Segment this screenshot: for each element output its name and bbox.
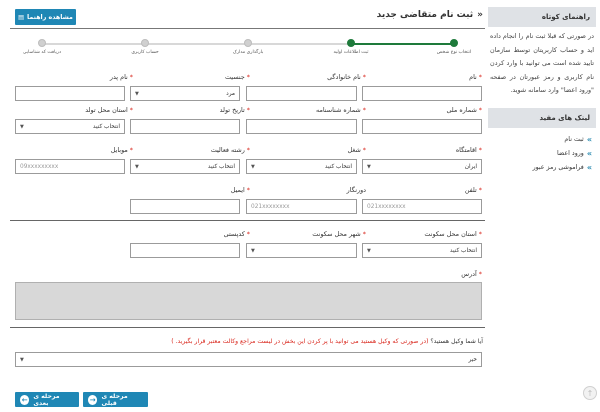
step-label: انتخاب نوع شخص [436,50,472,55]
step-dot [450,39,458,47]
step-dot [38,39,46,47]
first-name-label: *نام [469,73,482,81]
postal-code-input[interactable] [130,243,240,258]
guide-title: راهنمای کوتاه [488,7,596,27]
mobile-input[interactable]: 09xxxxxxxxx [15,159,125,174]
caret-down-icon: ▼ [20,356,24,363]
caret-down-icon: ▼ [251,247,255,254]
caret-down-icon: ▼ [135,90,139,97]
address-label: *آدرس [461,270,482,278]
fax-label: دورنگار [346,186,366,194]
section-divider [10,327,485,328]
activity-select[interactable]: انتخاب کنید ▼ [130,159,240,174]
phone-input[interactable]: 021xxxxxxxx [362,199,482,214]
step-dot [347,39,355,47]
guide-text: در صورتی که قبلا ثبت نام را انجام داده ا… [490,32,594,95]
father-name-label: *نام پدر [109,73,133,81]
step-2: ثبت اطلاعات اولیه [316,39,386,55]
job-label: *شغل [347,146,366,154]
caret-down-icon: ▼ [367,163,371,170]
link-login[interactable]: » ورود اعضا [488,147,592,161]
birth-province-select[interactable]: انتخاب کنید ▼ [15,119,125,134]
step-5: دریافت کد شناسایی [7,39,77,55]
postal-code-label: *کدپستی [223,230,250,238]
id-number-label: *شماره شناسنامه [316,106,366,114]
caret-down-icon: ▼ [251,163,255,170]
lawyer-question: آیا شما وکیل هستید؟ (در صورتی که وکیل هس… [171,338,483,345]
step-label: بارگذاری مدارک [232,50,264,55]
link-register[interactable]: » ثبت نام [488,133,592,147]
res-province-label: *استان محل سکونت [424,230,482,238]
nationality-select[interactable]: ایران ▼ [362,159,482,174]
prev-step-button[interactable]: → مرحله ی قبلی [83,392,148,407]
gender-label: *جنسیت [225,73,250,81]
national-code-input[interactable] [362,119,482,134]
national-code-label: *شماره ملی [446,106,482,114]
link-forgot-password[interactable]: » فراموشی رمز عبور [488,161,592,175]
email-input[interactable] [130,199,240,214]
last-name-label: *نام خانوادگی [327,73,366,81]
step-dot [244,39,252,47]
gender-select[interactable]: مرد ▼ [130,86,240,101]
step-3: بارگذاری مدارک [213,39,283,55]
birth-date-label: *تاریخ تولد [219,106,250,114]
chevron-icon: » [586,134,592,144]
birth-date-input[interactable] [130,119,240,134]
job-select[interactable]: انتخاب کنید ▼ [246,159,357,174]
activity-label: *رشته فعالیت [210,146,250,154]
links-title: لینک های مفید [488,107,596,128]
caret-down-icon: ▼ [367,247,371,254]
res-city-label: *شهر محل سکونت [312,230,366,238]
res-province-select[interactable]: انتخاب کنید ▼ [362,243,482,258]
caret-down-icon: ▼ [135,163,139,170]
id-number-input[interactable] [246,119,357,134]
scroll-to-top-icon[interactable]: ↑ [583,386,597,400]
father-name-input[interactable] [15,86,125,101]
res-city-select[interactable]: ▼ [246,243,357,258]
nationality-label: *اقامتگاه [455,146,482,154]
view-guide-button[interactable]: ▤ مشاهده راهنما [15,9,76,25]
page-title: « ثبت نام متقاضی جدید [377,10,483,20]
step-dot [141,39,149,47]
link-label: فراموشی رمز عبور [532,163,584,171]
step-4: حساب کاربری [110,39,180,55]
section-divider [10,220,485,221]
last-name-input[interactable] [246,86,357,101]
double-chevron-icon: « [477,10,483,20]
title-divider [10,28,485,29]
chevron-icon: » [586,148,592,158]
step-label: دریافت کد شناسایی [22,50,62,55]
view-guide-label: مشاهده راهنما [27,13,73,21]
page-title-text: ثبت نام متقاضی جدید [376,10,474,20]
address-textarea[interactable] [15,282,482,320]
next-step-button[interactable]: ← مرحله ی بعدی [15,392,79,407]
lawyer-note: (در صورتی که وکیل هستید می توانید با پر … [171,338,429,345]
caret-down-icon: ▼ [20,123,24,130]
useful-links: » ثبت نام » ورود اعضا » فراموشی رمز عبور [488,128,596,175]
step-1: انتخاب نوع شخص [419,39,489,55]
first-name-input[interactable] [362,86,482,101]
mobile-label: *موبایل [110,146,133,154]
next-step-label: مرحله ی بعدی [33,392,60,407]
arrow-right-icon: → [88,394,98,405]
sidebar: راهنمای کوتاه در صورتی که قبلا ثبت نام ر… [488,7,596,175]
arrow-left-icon: ← [20,394,30,405]
step-label: حساب کاربری [131,50,159,55]
lawyer-select[interactable]: خیر ▼ [15,352,482,367]
step-label: ثبت اطلاعات اولیه [333,50,369,55]
fax-input[interactable]: 021xxxxxxxx [246,199,357,214]
link-label: ثبت نام [564,135,584,143]
progress-stepper: انتخاب نوع شخص ثبت اطلاعات اولیه بارگذار… [23,37,471,59]
birth-province-label: *استان محل تولد [85,106,133,114]
prev-step-label: مرحله ی قبلی [101,392,128,407]
lawyer-question-text: آیا شما وکیل هستید؟ [430,338,483,345]
book-icon: ▤ [18,13,25,21]
phone-label: *تلفن [464,186,482,194]
main-content: « ثبت نام متقاضی جدید ▤ مشاهده راهنما ان… [10,7,485,407]
link-label: ورود اعضا [557,149,584,157]
email-label: *ایمیل [230,186,250,194]
chevron-icon: » [586,162,592,172]
step-line-todo [42,43,351,45]
